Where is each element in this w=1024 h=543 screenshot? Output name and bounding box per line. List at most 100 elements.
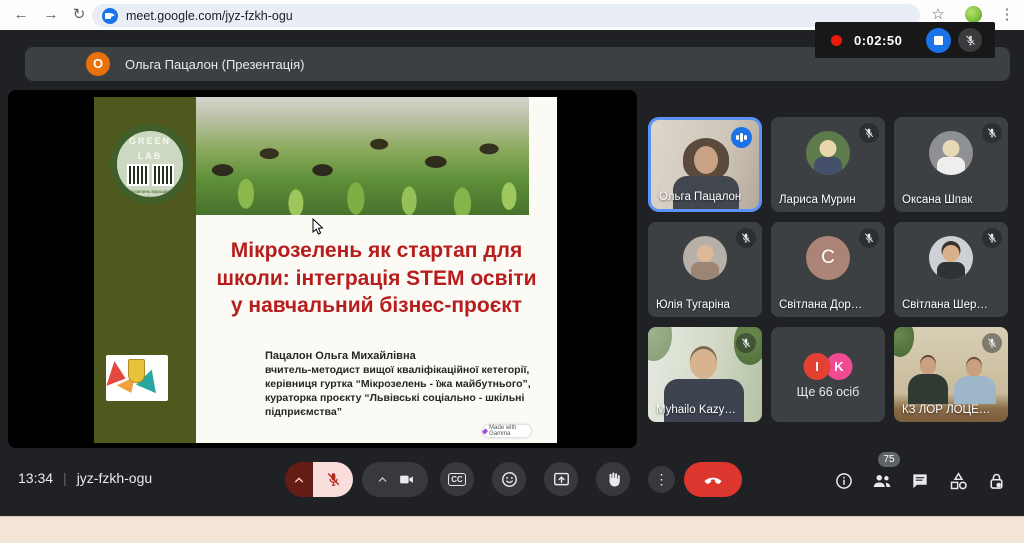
presenter-avatar: О	[86, 52, 110, 76]
lock-icon	[986, 471, 1007, 492]
activities-button[interactable]	[946, 469, 970, 493]
present-icon	[552, 470, 571, 489]
avatar-torso	[814, 157, 842, 175]
meeting-details-button[interactable]	[832, 469, 856, 493]
tile-myhailo-kazy[interactable]: Myhailo Kazy…	[648, 327, 762, 422]
tile-olha-patsalon[interactable]: Ольга Пацалон	[648, 117, 762, 212]
avatar-torso	[937, 157, 965, 175]
participant-name: Світлана Дор…	[779, 299, 862, 311]
smiley-icon	[500, 470, 519, 489]
green-lab-title-line1: GREEN	[117, 136, 183, 146]
participant-avatar	[929, 131, 973, 175]
participant-avatar	[929, 236, 973, 280]
participant-name: Ольга Пацалон	[659, 191, 741, 203]
info-icon	[834, 471, 854, 491]
end-call-icon	[702, 469, 724, 491]
green-lab-badge: GREEN LAB Мікрозелень вирощена з любов'ю	[110, 124, 190, 204]
avatar-torso	[691, 262, 719, 280]
mic-off-icon	[859, 228, 879, 248]
avatar-head	[943, 140, 960, 157]
made-with-gamma-badge: Made with Gamma	[483, 425, 531, 437]
divider: |	[63, 470, 67, 486]
overflow-count-label: Ще 66 осіб	[771, 385, 885, 399]
participant-name: Myhailo Kazy…	[656, 404, 736, 416]
meet-camera-favicon-icon	[102, 8, 118, 24]
tile-yuliia-tuharina[interactable]: Юлія Тугаріна	[648, 222, 762, 317]
tile-kz-lor-lotse[interactable]: КЗ ЛОР ЛОЦЕ…	[894, 327, 1008, 422]
qr-code	[127, 164, 149, 186]
meeting-code: jyz-fzkh-ogu	[77, 470, 152, 486]
author-name: Пацалон Ольга Михайлівна	[265, 349, 543, 363]
reload-icon[interactable]: ↻	[68, 4, 90, 26]
tile-svitlana-dor[interactable]: C Світлана Дор…	[771, 222, 885, 317]
participant-name: КЗ ЛОР ЛОЦЕ…	[902, 404, 990, 416]
camera-icon	[398, 471, 415, 488]
mic-off-icon	[736, 228, 756, 248]
people-icon	[871, 470, 893, 492]
windows-taskbar: P 13:34 27.02.2025	[0, 516, 1024, 543]
browser-menu-icon[interactable]: ⋮	[997, 5, 1017, 25]
participant-avatar	[683, 236, 727, 280]
avatar-silhouette	[966, 359, 982, 377]
avatar-silhouette	[908, 374, 948, 404]
recording-dot-icon	[831, 35, 842, 46]
tile-oksana-shpak[interactable]: Оксана Шпак	[894, 117, 1008, 212]
overflow-avatar: I	[804, 353, 831, 380]
raise-hand-button[interactable]	[596, 462, 630, 496]
participant-letter-avatar: C	[806, 236, 850, 280]
presentation-slide: GREEN LAB Мікрозелень вирощена з любов'ю…	[94, 97, 557, 443]
camera-options-chevron-icon[interactable]	[375, 472, 390, 487]
qr-code	[152, 164, 174, 186]
tile-larysa-muryn[interactable]: Лариса Мурин	[771, 117, 885, 212]
reactions-button[interactable]	[492, 462, 526, 496]
mic-button[interactable]	[285, 462, 353, 497]
meeting-info: 13:34 | jyz-fzkh-ogu	[18, 470, 152, 486]
participant-avatar	[806, 131, 850, 175]
participant-count-badge: 75	[878, 452, 900, 467]
present-screen-button[interactable]	[544, 462, 578, 496]
mic-off-icon	[982, 228, 1002, 248]
slide-author-block: Пацалон Ольга Михайлівна вчитель-методис…	[265, 349, 543, 419]
show-everyone-button[interactable]	[870, 469, 894, 493]
camera-button[interactable]	[362, 462, 428, 497]
lviv-logo	[106, 355, 168, 401]
logo-crest	[128, 359, 145, 383]
hand-icon	[604, 470, 623, 489]
end-call-button[interactable]	[684, 462, 742, 497]
gamma-gem-icon	[482, 428, 488, 434]
meeting-time: 13:34	[18, 470, 53, 486]
back-icon[interactable]: ←	[10, 4, 32, 26]
mic-off-icon	[982, 333, 1002, 353]
url-text: meet.google.com/jyz-fzkh-ogu	[126, 9, 293, 23]
more-options-button[interactable]: ⋮	[648, 466, 675, 493]
more-dots-icon: ⋮	[655, 471, 669, 488]
mic-options-chevron-icon[interactable]	[285, 462, 313, 497]
avatar-head	[943, 245, 960, 262]
mic-off-icon	[859, 123, 879, 143]
forward-icon[interactable]: →	[40, 4, 62, 26]
recording-overlay: 0:02:50	[815, 22, 995, 58]
avatar-torso	[937, 262, 965, 280]
extension-icon[interactable]	[965, 6, 982, 23]
green-lab-title-line2: LAB	[117, 151, 183, 161]
participant-name: Юлія Тугаріна	[656, 299, 730, 311]
mouse-cursor	[312, 218, 326, 236]
speaking-indicator-icon	[731, 127, 752, 148]
presenter-label: Ольга Пацалон (Презентація)	[125, 57, 304, 72]
recording-timer: 0:02:50	[854, 33, 902, 48]
avatar-silhouette	[920, 357, 936, 375]
host-controls-button[interactable]	[984, 469, 1008, 493]
tile-svitlana-sher[interactable]: Світлана Шер…	[894, 222, 1008, 317]
plant-decor	[648, 327, 672, 361]
captions-button[interactable]: CC	[440, 462, 474, 496]
chat-button[interactable]	[908, 469, 932, 493]
slide-green-sidebar: GREEN LAB Мікрозелень вирощена з любов'ю	[94, 97, 196, 443]
mic-muted-icon[interactable]	[313, 462, 353, 497]
stop-recording-button[interactable]	[926, 28, 951, 53]
url-bar[interactable]: meet.google.com/jyz-fzkh-ogu	[92, 4, 920, 27]
slide-title: Мікрозелень як стартап для школи: інтегр…	[196, 237, 557, 320]
microgreens-photo	[196, 97, 529, 215]
recording-mic-muted-button[interactable]	[958, 28, 982, 52]
tile-more-participants[interactable]: I K Ще 66 осіб	[771, 327, 885, 422]
chat-icon	[910, 471, 930, 491]
